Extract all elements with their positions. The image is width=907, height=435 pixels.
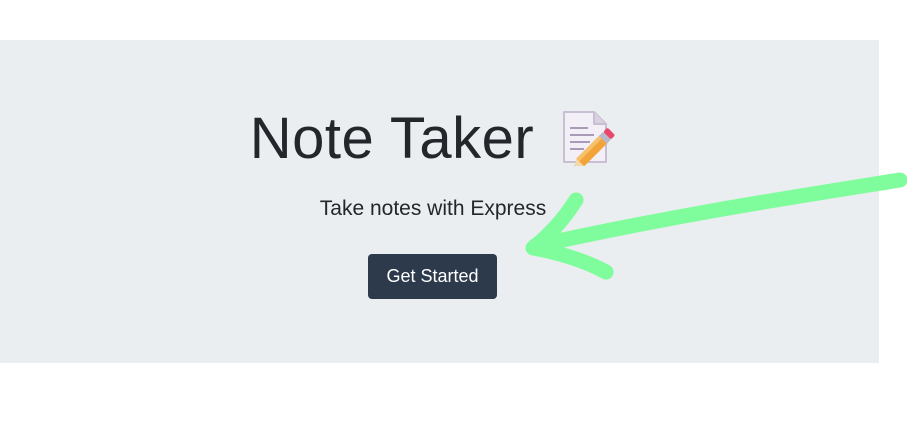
hero-subtitle: Take notes with Express	[319, 197, 547, 220]
hero-title-row: Note Taker	[0, 101, 866, 177]
page-title: Note Taker	[249, 106, 535, 171]
memo-pencil-icon	[563, 111, 615, 166]
get-started-button[interactable]: Get Started	[368, 254, 497, 299]
page: Note Taker Take notes with Express Get S…	[0, 0, 907, 435]
